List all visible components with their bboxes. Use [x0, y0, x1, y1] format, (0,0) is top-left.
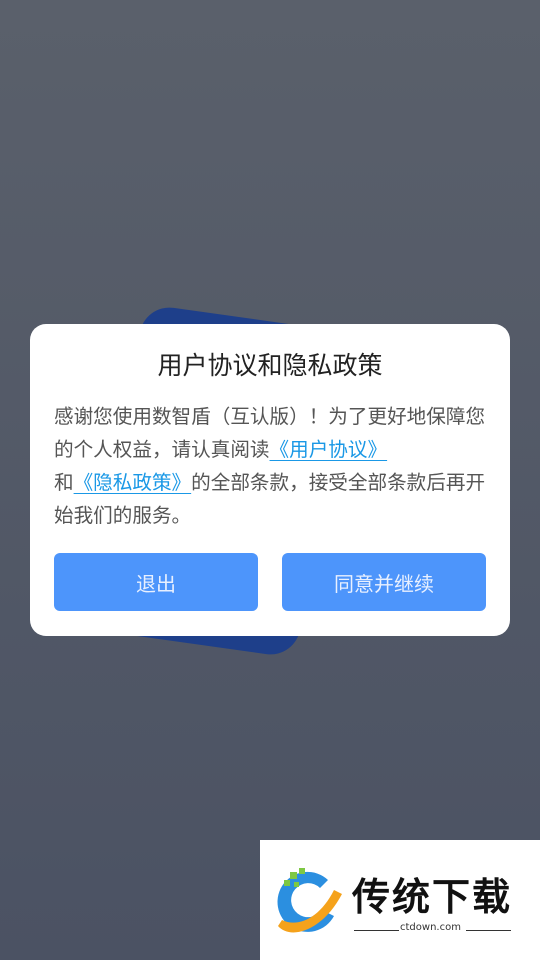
watermark-url: ctdown.com [400, 922, 461, 933]
ctdown-logo-icon [277, 868, 342, 933]
privacy-policy-link[interactable]: 《隐私政策》 [74, 471, 192, 494]
exit-button[interactable]: 退出 [54, 553, 258, 611]
agreement-dialog: 用户协议和隐私政策 感谢您使用数智盾（互认版）！为了更好地保障您的个人权益，请认… [30, 324, 510, 636]
divider [466, 930, 511, 931]
agree-continue-button[interactable]: 同意并继续 [282, 553, 486, 611]
dialog-message: 感谢您使用数智盾（互认版）！为了更好地保障您的个人权益，请认真阅读《用户协议》和… [54, 400, 488, 532]
message-text-and: 和 [54, 471, 74, 494]
watermark-name: 传统下载 [352, 875, 513, 919]
dialog-title: 用户协议和隐私政策 [157, 351, 383, 380]
user-agreement-link[interactable]: 《用户协议》 [270, 438, 388, 461]
watermark-banner: 传统下载 ctdown.com [260, 840, 540, 960]
divider [354, 930, 399, 931]
